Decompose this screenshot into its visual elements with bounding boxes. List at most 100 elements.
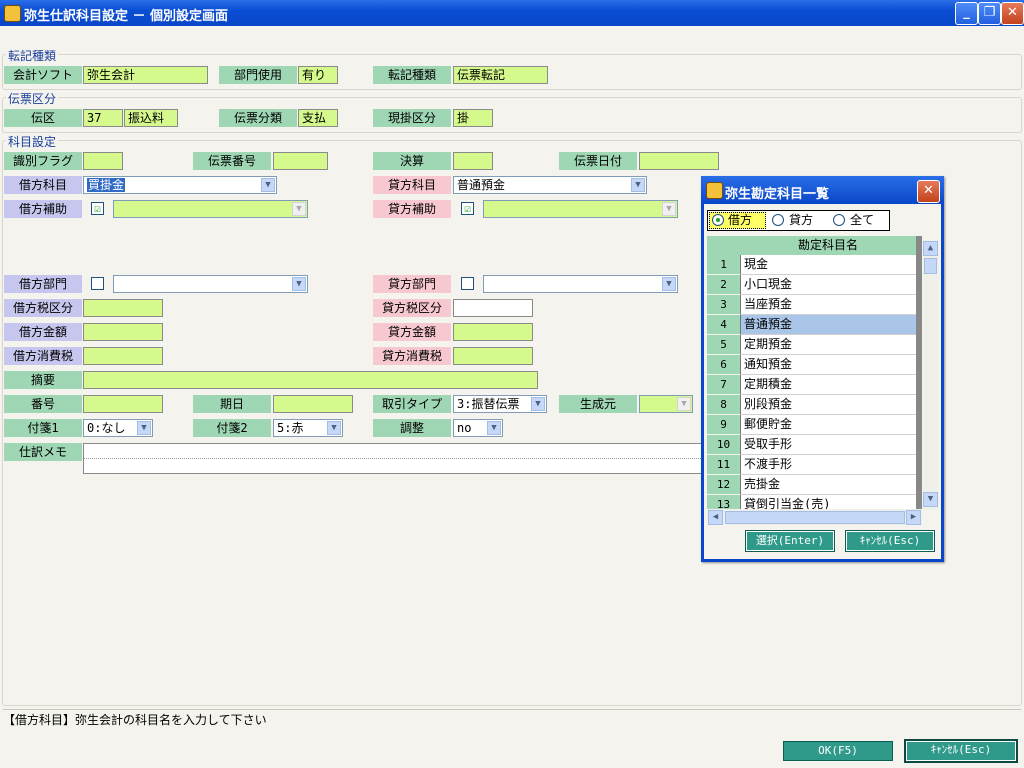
kari-shohizei-field[interactable]: [83, 347, 163, 365]
scroll-left-button[interactable]: ◀: [708, 510, 723, 525]
shikibetsu-field[interactable]: [83, 152, 123, 170]
kashi-bumon-combo[interactable]: ▼: [483, 275, 678, 293]
kashi-kamoku-combo[interactable]: 普通預金 ▼: [453, 176, 647, 194]
close-button[interactable]: ✕: [1001, 2, 1024, 25]
name-column: 現金 小口現金 当座預金 普通預金 定期預金 通知預金 定期積金 別段預金 郵便…: [740, 255, 916, 509]
radio-all[interactable]: [833, 214, 845, 226]
kari-kamoku-combo[interactable]: 買掛金 ▼: [83, 176, 277, 194]
kashi-bumon-checkbox[interactable]: [461, 277, 474, 290]
kari-bumon-checkbox[interactable]: [91, 277, 104, 290]
table-row[interactable]: 受取手形: [740, 435, 916, 455]
kashi-hojo-checkbox[interactable]: ☑: [461, 202, 474, 215]
popup-select-button[interactable]: 選択(Enter): [745, 530, 835, 552]
denpyo-date-field[interactable]: [639, 152, 719, 170]
ok-button[interactable]: OK(F5): [783, 741, 893, 761]
restore-button[interactable]: ❐: [978, 2, 1001, 25]
table-row-num[interactable]: 5: [707, 335, 740, 355]
table-row[interactable]: 現金: [740, 255, 916, 275]
chevron-down-icon[interactable]: ▼: [631, 178, 645, 192]
horizontal-scroll-thumb[interactable]: [725, 511, 905, 524]
window-title: 弥生仕訳科目設定 － 個別設定画面: [24, 9, 229, 24]
table-row-num[interactable]: 8: [707, 395, 740, 415]
table-row-num[interactable]: 7: [707, 375, 740, 395]
table-row-num[interactable]: 12: [707, 475, 740, 495]
table-row[interactable]: 売掛金: [740, 475, 916, 495]
bunrui-label: 伝票分類: [219, 109, 297, 127]
table-row-num[interactable]: 13: [707, 495, 740, 509]
fusen2-combo[interactable]: 5:赤 ▼: [273, 419, 343, 437]
kari-bumon-combo[interactable]: ▼: [113, 275, 308, 293]
bunrui-field[interactable]: 支払: [298, 109, 338, 127]
radio-kari[interactable]: [712, 214, 724, 226]
chevron-down-icon[interactable]: ▼: [531, 397, 545, 411]
table-row-selected[interactable]: 普通預金: [740, 315, 916, 335]
scroll-right-button[interactable]: ▶: [906, 510, 921, 525]
table-row[interactable]: 別段預金: [740, 395, 916, 415]
denpyo-date-label: 伝票日付: [559, 152, 637, 170]
table-row[interactable]: 貸倒引当金(売): [740, 495, 916, 509]
chevron-down-icon[interactable]: ▼: [487, 421, 501, 435]
minimize-button[interactable]: _: [955, 2, 978, 25]
kamoku-legend: 科目設定: [6, 133, 59, 150]
cancel-button[interactable]: ｷｬﾝｾﾙ(Esc): [904, 739, 1018, 763]
tenki-field[interactable]: 伝票転記: [453, 66, 548, 84]
bango-field[interactable]: [83, 395, 163, 413]
denku-code-field[interactable]: 37: [83, 109, 123, 127]
chevron-down-icon[interactable]: ▼: [261, 178, 275, 192]
vertical-scrollbar[interactable]: [923, 240, 939, 510]
minimize-icon: _: [963, 5, 970, 20]
kari-zei-field[interactable]: [83, 299, 163, 317]
restore-icon: ❐: [983, 5, 996, 20]
kashi-kamoku-label: 貸方科目: [373, 176, 451, 194]
table-row[interactable]: 定期預金: [740, 335, 916, 355]
bumon-field[interactable]: 有り: [298, 66, 338, 84]
table-row-num[interactable]: 1: [707, 255, 740, 275]
kashi-hojo-combo[interactable]: ▼: [483, 200, 678, 218]
kari-hojo-checkbox[interactable]: ☑: [91, 202, 104, 215]
chevron-left-icon: ◀: [712, 512, 719, 522]
memo-field[interactable]: [83, 443, 708, 474]
kijitsu-field[interactable]: [273, 395, 353, 413]
chevron-down-icon[interactable]: ▼: [137, 421, 151, 435]
table-row[interactable]: 小口現金: [740, 275, 916, 295]
table-row[interactable]: 定期積金: [740, 375, 916, 395]
kessan-field[interactable]: [453, 152, 493, 170]
genkake-field[interactable]: 掛: [453, 109, 493, 127]
denpyo-no-field[interactable]: [273, 152, 328, 170]
table-row-num[interactable]: 2: [707, 275, 740, 295]
kashi-kingaku-field[interactable]: [453, 323, 533, 341]
popup-close-button[interactable]: ✕: [917, 180, 940, 203]
table-row[interactable]: 不渡手形: [740, 455, 916, 475]
kaikei-soft-field[interactable]: 弥生会計: [83, 66, 208, 84]
scroll-down-button[interactable]: ▼: [923, 492, 938, 507]
chevron-down-icon: ▼: [927, 494, 934, 504]
table-row-num[interactable]: 3: [707, 295, 740, 315]
chosei-combo[interactable]: no ▼: [453, 419, 503, 437]
tekiyo-field[interactable]: [83, 371, 538, 389]
table-row[interactable]: 当座預金: [740, 295, 916, 315]
table-row-num[interactable]: 10: [707, 435, 740, 455]
kashi-zei-field[interactable]: [453, 299, 533, 317]
seiseimoto-combo[interactable]: ▼: [639, 395, 693, 413]
popup-cancel-button[interactable]: ｷｬﾝｾﾙ(Esc): [845, 530, 935, 552]
chevron-down-icon[interactable]: ▼: [327, 421, 341, 435]
table-row-num[interactable]: 6: [707, 355, 740, 375]
kari-bumon-label: 借方部門: [4, 275, 82, 293]
kashi-shohizei-field[interactable]: [453, 347, 533, 365]
vertical-scroll-thumb[interactable]: [924, 258, 937, 274]
table-row-num[interactable]: 9: [707, 415, 740, 435]
table-row-num[interactable]: 11: [707, 455, 740, 475]
fusen1-combo[interactable]: 0:なし ▼: [83, 419, 153, 437]
chevron-down-icon[interactable]: ▼: [292, 277, 306, 291]
denku-name-field[interactable]: 振込料: [124, 109, 178, 127]
kari-hojo-combo[interactable]: ▼: [113, 200, 308, 218]
kari-kingaku-field[interactable]: [83, 323, 163, 341]
torihiki-combo[interactable]: 3:振替伝票 ▼: [453, 395, 547, 413]
status-message: 【借方科目】弥生会計の科目名を入力して下さい: [3, 713, 267, 727]
scroll-up-button[interactable]: ▲: [923, 241, 938, 256]
table-row-num[interactable]: 4: [707, 315, 740, 335]
chevron-down-icon[interactable]: ▼: [662, 277, 676, 291]
table-row[interactable]: 郵便貯金: [740, 415, 916, 435]
table-row[interactable]: 通知預金: [740, 355, 916, 375]
radio-kashi[interactable]: [772, 214, 784, 226]
